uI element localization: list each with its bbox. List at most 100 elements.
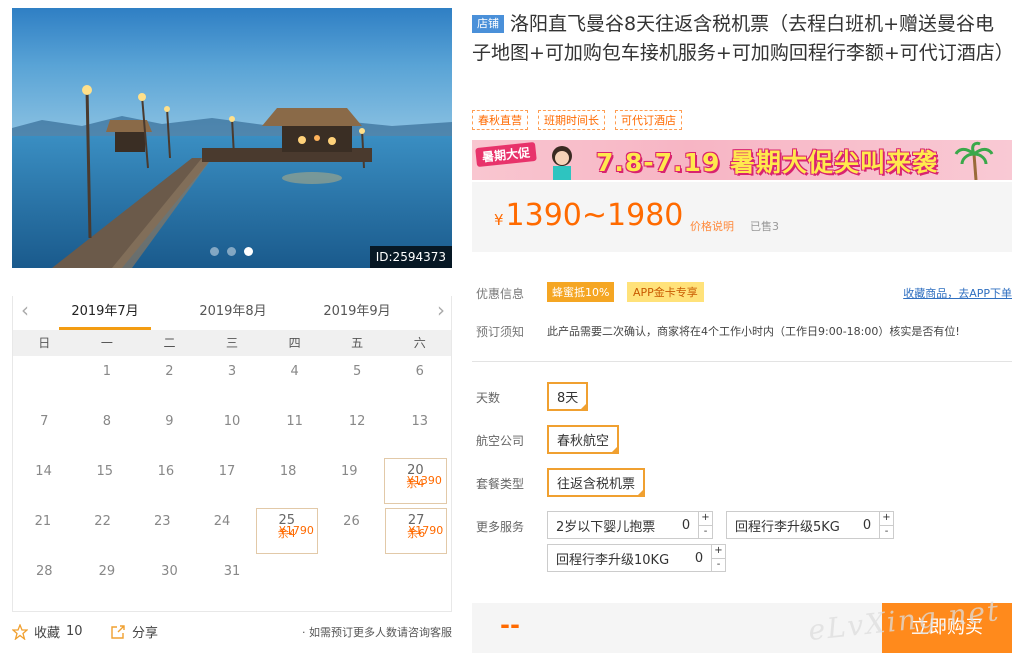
carousel-dots[interactable] bbox=[210, 247, 253, 256]
calendar-empty-cell bbox=[326, 556, 389, 606]
price-panel: ¥1390~1980 价格说明 已售3 bbox=[472, 182, 1012, 252]
month-tabs: ‹ 2019年7月 2019年8月 2019年9月 › bbox=[13, 292, 453, 328]
increase-button[interactable]: + bbox=[712, 545, 725, 558]
calendar-day: 8 bbox=[76, 406, 139, 456]
day-number: 29 bbox=[98, 564, 116, 579]
service-name: 回程行李升级10KG bbox=[556, 552, 670, 568]
notice-text: 此产品需要二次确认，商家将在4个工作小时内（工作日9:00-18:00）核实是否… bbox=[547, 325, 960, 338]
girl-illustration-icon bbox=[552, 146, 572, 180]
calendar-day: 22 bbox=[73, 506, 133, 556]
date-calendar: ‹ 2019年7月 2019年8月 2019年9月 › 日 一 二 三 四 五 … bbox=[12, 296, 452, 612]
day-price: ¥1390 bbox=[406, 474, 442, 487]
product-title-block: 店铺 洛阳直飞曼谷8天往返含税机票（去程白班机+赠送曼谷电子地图+可加购包车接机服… bbox=[472, 10, 1012, 68]
share-button[interactable]: 分享 bbox=[110, 622, 158, 641]
promo-badge-gold-card: APP金卡专享 bbox=[627, 282, 704, 302]
carousel-dot[interactable] bbox=[210, 247, 219, 256]
airline-label: 航空公司 bbox=[476, 434, 525, 448]
day-number: 15 bbox=[96, 464, 113, 479]
weekday-label: 一 bbox=[100, 336, 113, 350]
quantity-stepper: + - bbox=[711, 545, 725, 571]
calendar-day-available[interactable]: 27 ¥1790 余6 bbox=[385, 508, 448, 554]
service-quantity[interactable]: 0 bbox=[855, 518, 879, 533]
calendar-week-row: 28 29 30 31 bbox=[13, 556, 451, 606]
day-price: ¥1790 bbox=[408, 524, 444, 537]
calendar-grid: 1 2 3 4 5 6 7 8 9 10 11 12 13 14 15 16 17 18 19 20 ¥1390 余4 21… bbox=[13, 356, 451, 606]
calendar-day: 4 bbox=[263, 356, 326, 406]
promo-badge-honey: 蜂蜜抵10% bbox=[547, 282, 615, 302]
calendar-day: 6 bbox=[388, 356, 451, 406]
calendar-day: 14 bbox=[13, 456, 74, 506]
image-id-label: ID:2594373 bbox=[369, 246, 452, 268]
price-range: ¥1390~1980 bbox=[494, 198, 683, 233]
weekday-label: 六 bbox=[413, 336, 426, 350]
calendar-day: 5 bbox=[326, 356, 389, 406]
product-image[interactable]: ID:2594373 bbox=[12, 8, 452, 268]
tab-month-september[interactable]: 2019年9月 bbox=[307, 300, 407, 319]
favorite-count: 10 bbox=[66, 624, 83, 639]
calendar-week-row: 1 2 3 4 5 6 bbox=[13, 356, 451, 406]
share-label: 分享 bbox=[132, 626, 159, 641]
calendar-day: 2 bbox=[138, 356, 201, 406]
day-number: 4 bbox=[290, 364, 299, 379]
day-number: 14 bbox=[35, 464, 52, 479]
days-option[interactable]: 8天 bbox=[547, 382, 589, 411]
calendar-day: 17 bbox=[196, 456, 257, 506]
day-number: 24 bbox=[213, 514, 231, 529]
contact-hint: · 如需预订更多人数请咨询客服 bbox=[302, 626, 452, 639]
promo-banner[interactable]: 暑期大促 7.8-7.19 暑期大促尖叫来袭 bbox=[472, 140, 1012, 180]
decrease-button[interactable]: - bbox=[712, 557, 725, 572]
calendar-day: 3 bbox=[201, 356, 264, 406]
weekday-label: 三 bbox=[226, 336, 239, 350]
calendar-day: 16 bbox=[135, 456, 196, 506]
service-quantity[interactable]: 0 bbox=[674, 518, 698, 533]
calendar-day: 7 bbox=[13, 406, 76, 456]
calendar-day: 10 bbox=[201, 406, 264, 456]
decrease-button[interactable]: - bbox=[699, 524, 712, 539]
day-number: 12 bbox=[348, 414, 366, 429]
tab-month-august[interactable]: 2019年8月 bbox=[183, 300, 283, 319]
feature-tag: 班期时间长 bbox=[538, 110, 605, 130]
buy-bar: -- 立即购买 bbox=[472, 603, 1012, 653]
next-month-arrow-icon[interactable]: › bbox=[437, 298, 445, 322]
increase-button[interactable]: + bbox=[699, 512, 712, 525]
buy-now-button[interactable]: 立即购买 bbox=[882, 603, 1012, 653]
day-number: 26 bbox=[343, 514, 360, 529]
feature-tags: 春秋直营 班期时间长 可代订酒店 bbox=[472, 110, 682, 130]
share-icon bbox=[111, 624, 125, 639]
tab-month-july[interactable]: 2019年7月 bbox=[55, 300, 155, 330]
calendar-day-available[interactable]: 20 ¥1390 余4 bbox=[383, 458, 447, 504]
price-value: 1390~1980 bbox=[505, 198, 684, 233]
favorite-button[interactable]: 收藏 10 bbox=[12, 622, 83, 641]
day-number: 6 bbox=[415, 364, 424, 379]
calendar-day: 18 bbox=[258, 456, 319, 506]
star-icon bbox=[12, 623, 28, 640]
calendar-day: 26 bbox=[322, 506, 382, 556]
increase-button[interactable]: + bbox=[880, 512, 893, 525]
day-number: 1 bbox=[102, 364, 111, 379]
decrease-button[interactable]: - bbox=[880, 524, 893, 539]
day-number: 2 bbox=[165, 364, 174, 379]
price-explanation-link[interactable]: 价格说明 bbox=[690, 218, 734, 234]
feature-tag: 可代订酒店 bbox=[615, 110, 682, 130]
service-baggage-5kg: 回程行李升级5KG 0 + - bbox=[726, 511, 894, 539]
carousel-dot[interactable] bbox=[227, 247, 236, 256]
service-name: 回程行李升级5KG bbox=[735, 519, 840, 535]
banner-badge: 暑期大促 bbox=[475, 141, 537, 168]
calendar-day: 15 bbox=[74, 456, 135, 506]
prev-month-arrow-icon[interactable]: ‹ bbox=[21, 298, 29, 322]
feature-tag: 春秋直营 bbox=[472, 110, 528, 130]
airline-option[interactable]: 春秋航空 bbox=[547, 425, 620, 454]
calendar-day-available[interactable]: 25 ¥1790 余4 bbox=[255, 508, 318, 554]
calendar-day: 30 bbox=[138, 556, 201, 606]
services-label: 更多服务 bbox=[476, 520, 525, 534]
collect-goods-link[interactable]: 收藏商品，去APP下单 bbox=[903, 285, 1012, 301]
service-quantity[interactable]: 0 bbox=[687, 551, 711, 566]
shop-tag: 店铺 bbox=[472, 15, 504, 33]
calendar-day: 24 bbox=[192, 506, 252, 556]
calendar-empty-cell bbox=[263, 556, 326, 606]
day-number: 18 bbox=[279, 464, 297, 479]
day-number: 16 bbox=[157, 464, 175, 479]
carousel-dot-active[interactable] bbox=[244, 247, 253, 256]
calendar-empty-cell bbox=[388, 556, 451, 606]
package-option[interactable]: 往返含税机票 bbox=[547, 468, 646, 497]
